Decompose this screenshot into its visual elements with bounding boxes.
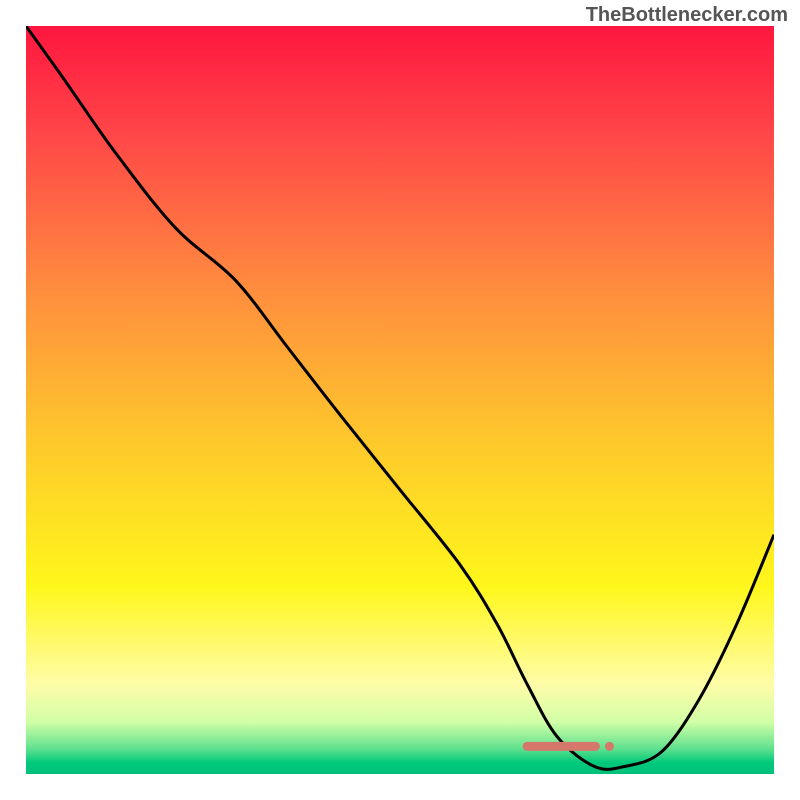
watermark-text: TheBottlenecker.com — [586, 4, 788, 27]
chart-container: TheBottlenecker.com — [0, 0, 800, 800]
chart-svg — [26, 26, 774, 774]
plot-area — [26, 26, 774, 774]
gradient-background — [26, 26, 774, 774]
